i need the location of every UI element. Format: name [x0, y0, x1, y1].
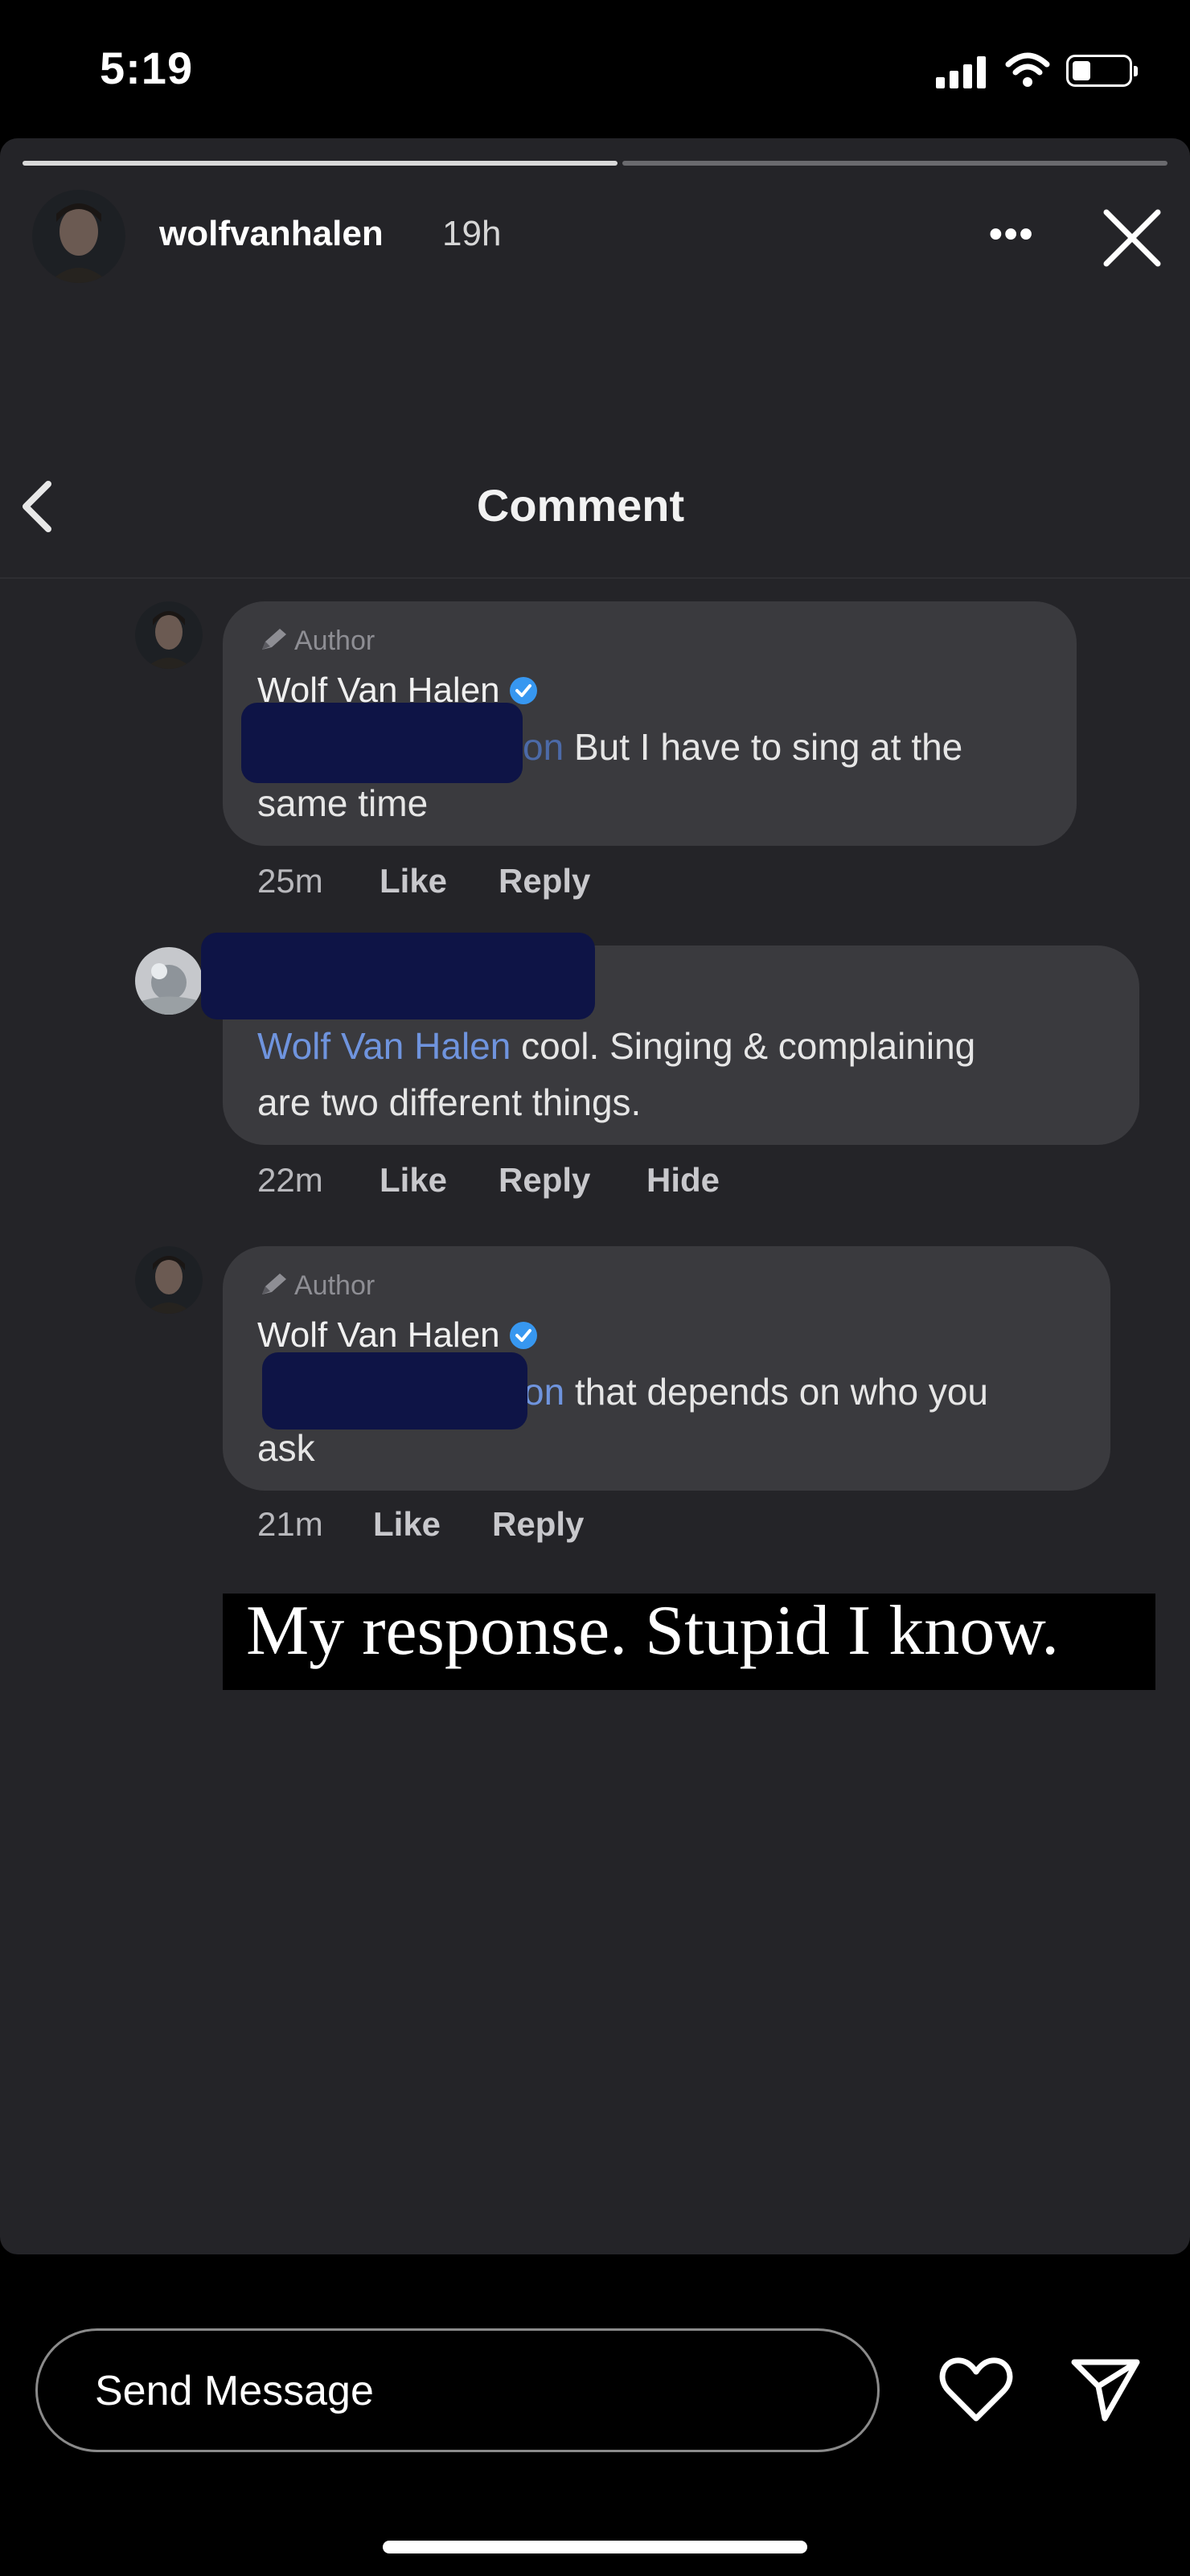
comment-title: Comment [476, 480, 685, 531]
verified-badge-icon [509, 1322, 537, 1349]
comment-text-line1: But I have to sing at the [564, 726, 963, 768]
comment-author-name[interactable]: Wolf Van Halen [257, 1315, 539, 1356]
mention-fragment[interactable]: on [523, 726, 564, 768]
author-tag-label: Author [294, 626, 375, 656]
more-icon[interactable]: ••• [989, 212, 1034, 256]
divider [0, 577, 1190, 579]
send-icon[interactable] [1069, 2356, 1142, 2423]
comment-time: 22m [257, 1161, 323, 1199]
comment-time: 21m [257, 1505, 323, 1543]
redaction-mark [241, 703, 523, 783]
verified-badge-icon [509, 677, 537, 704]
avatar[interactable] [135, 1246, 203, 1314]
hide-button[interactable]: Hide [646, 1161, 720, 1200]
close-icon[interactable] [1098, 204, 1166, 272]
like-button[interactable]: Like [373, 1505, 441, 1544]
story-timestamp: 19h [442, 214, 502, 253]
heart-icon[interactable] [939, 2354, 1013, 2425]
comment-meta: 21m Like Reply [257, 1505, 820, 1545]
story-username[interactable]: wolfvanhalen [159, 214, 384, 254]
author-tag: Author [257, 1270, 375, 1302]
mention-link[interactable]: Wolf Van Halen [257, 1025, 511, 1067]
battery-icon [1066, 55, 1138, 87]
story-progress-bar [23, 161, 1167, 166]
reply-button[interactable]: Reply [492, 1505, 584, 1544]
send-message-placeholder: Send Message [95, 2368, 374, 2414]
caption-text: My response. Stupid I know. [246, 1592, 1060, 1670]
avatar[interactable] [135, 947, 203, 1015]
comment-text-line2: same time [257, 782, 429, 824]
comment-text-line1: cool. Singing & complaining [511, 1025, 976, 1067]
pencil-icon [262, 629, 286, 650]
avatar[interactable] [135, 601, 203, 669]
comment-text: Wolf Van Halen cool. Singing & complaini… [257, 1018, 1126, 1130]
pencil-icon [262, 1274, 286, 1294]
comment-meta: 22m Like Reply Hide [257, 1161, 901, 1201]
reply-button[interactable]: Reply [499, 1161, 590, 1200]
author-tag: Author [257, 626, 375, 657]
home-indicator [383, 2541, 807, 2553]
signal-icon [936, 56, 987, 88]
author-tag-label: Author [294, 1270, 375, 1301]
comment-time: 25m [257, 862, 323, 900]
comment-author-name-label: Wolf Van Halen [257, 1315, 500, 1355]
comment-meta: 25m Like Reply [257, 862, 820, 902]
story-avatar[interactable] [32, 190, 125, 283]
redaction-mark [262, 1352, 527, 1430]
redaction-mark [201, 933, 595, 1019]
reply-button[interactable]: Reply [499, 862, 590, 900]
like-button[interactable]: Like [380, 1161, 447, 1200]
status-time: 5:19 [100, 43, 194, 93]
comment-text-line2: are two different things. [257, 1081, 642, 1123]
wifi-icon [1005, 52, 1050, 87]
like-button[interactable]: Like [380, 862, 447, 900]
comment-text-line1: that depends on who you [564, 1371, 989, 1413]
